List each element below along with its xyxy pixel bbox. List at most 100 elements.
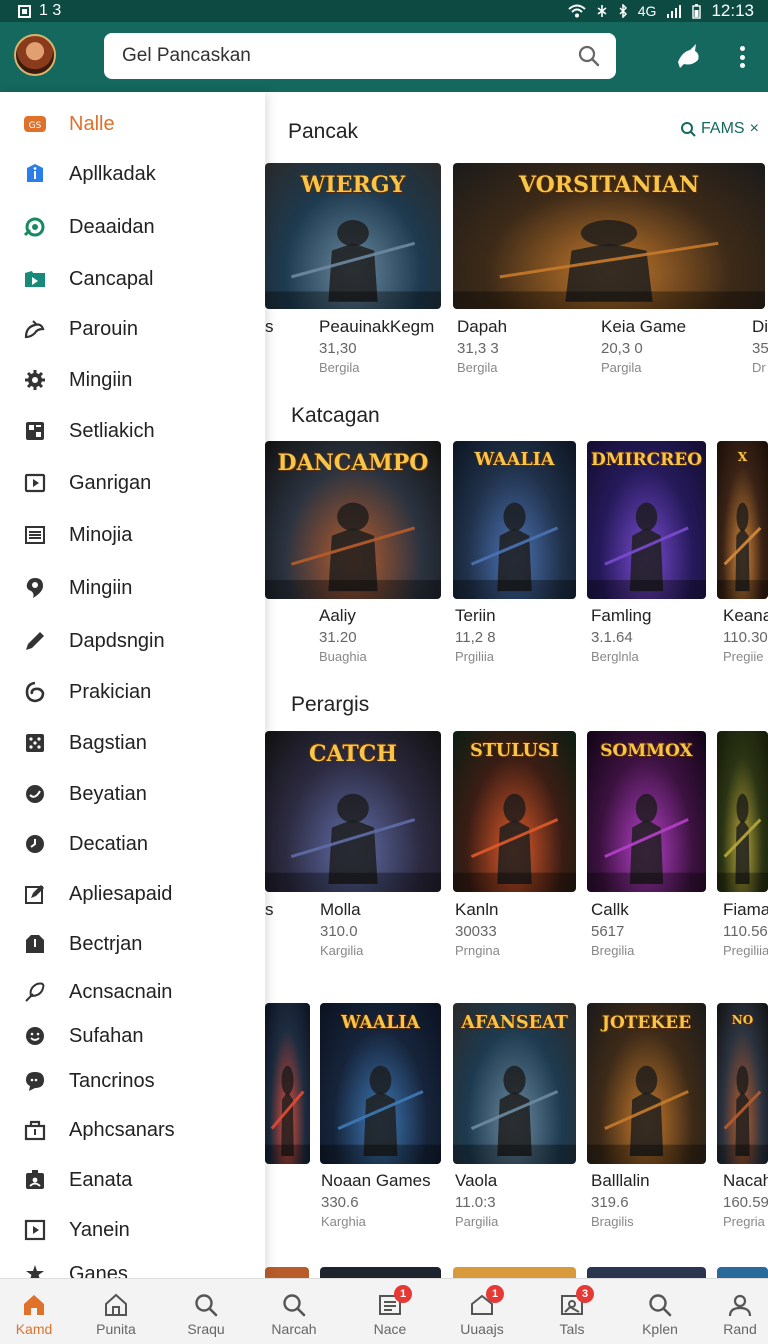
game-card-genre: Pregria bbox=[723, 1214, 765, 1229]
game-card-image[interactable]: JOTEKEE bbox=[587, 1003, 706, 1164]
drawer-item[interactable]: Tancrinos bbox=[0, 1059, 265, 1103]
status-left-text: 1 3 bbox=[39, 2, 62, 19]
game-card-image[interactable]: WAALIA bbox=[453, 441, 576, 599]
drawer-item-label: Ganes bbox=[69, 1262, 128, 1279]
drawer-item[interactable]: Bagstian bbox=[0, 721, 265, 765]
drawer-item[interactable]: Parouin bbox=[0, 307, 265, 351]
game-card-title: Callk bbox=[591, 900, 629, 919]
drawer-item[interactable]: Apliesapaid bbox=[0, 872, 265, 916]
search-icon[interactable] bbox=[576, 43, 602, 69]
game-card-image[interactable]: AFANSEAT bbox=[453, 1003, 576, 1164]
drawer-item[interactable]: GS Nalle bbox=[0, 102, 265, 146]
drawer-item-label: Bagstian bbox=[69, 731, 147, 754]
game-card-image[interactable]: CATCH bbox=[265, 731, 441, 892]
drawer-item[interactable]: Prakician bbox=[0, 670, 265, 714]
game-card-image[interactable] bbox=[320, 1267, 441, 1278]
game-card-title: Famling bbox=[591, 606, 652, 625]
game-card-title: Kanln bbox=[455, 900, 499, 919]
game-card-genre: Prngina bbox=[455, 943, 500, 958]
drawer-item-label: Bectrjan bbox=[69, 932, 143, 955]
game-card-image[interactable]: VORSITANIAN bbox=[453, 163, 765, 309]
game-card-image[interactable] bbox=[265, 1267, 309, 1278]
drawer-item[interactable]: Eanata bbox=[0, 1158, 265, 1202]
game-card-image[interactable] bbox=[265, 1003, 310, 1164]
notification-badge: 1 bbox=[486, 1285, 504, 1303]
navigation-drawer: GS Nalle Apllkadak Deaaidan Cancapal Parouin M… bbox=[0, 92, 265, 1278]
game-card-title: Balllalin bbox=[591, 1171, 650, 1190]
drawer-item[interactable]: Ganes bbox=[0, 1252, 265, 1278]
game-card-genre: Karghia bbox=[321, 1214, 366, 1229]
see-all-link[interactable]: FAMS × bbox=[680, 120, 759, 138]
nav-item[interactable]: Kamd bbox=[0, 1279, 76, 1344]
drawer-item-label: Setliakich bbox=[69, 419, 155, 442]
drawer-item[interactable]: Beyatian bbox=[0, 772, 265, 816]
game-card-image[interactable]: DANCAMPO bbox=[265, 441, 441, 599]
bird-icon[interactable] bbox=[676, 42, 702, 70]
drawer-item[interactable]: Apllkadak bbox=[0, 152, 265, 196]
game-card-image[interactable] bbox=[717, 731, 768, 892]
drawer-item[interactable]: Yanein bbox=[0, 1208, 265, 1252]
nav-item[interactable]: Punita bbox=[74, 1279, 158, 1344]
edit-icon bbox=[22, 881, 48, 907]
nav-item[interactable]: Narcah bbox=[252, 1279, 336, 1344]
drawer-item[interactable]: Acnsacnain bbox=[0, 970, 265, 1014]
drawer-item[interactable]: Bectrjan bbox=[0, 922, 265, 966]
main-content: Pancak FAMS × Katcagan Perargis WIERGY s P… bbox=[265, 92, 768, 1278]
search-input[interactable] bbox=[122, 45, 576, 67]
game-card-title: Vaola bbox=[455, 1171, 498, 1190]
drawer-item-label: Prakician bbox=[69, 680, 152, 703]
drawer-item[interactable]: Mingiin bbox=[0, 566, 265, 610]
game-card-image[interactable] bbox=[717, 1267, 768, 1278]
nav-item[interactable]: 3 Tals bbox=[530, 1279, 614, 1344]
drawer-item[interactable]: Minojia bbox=[0, 513, 265, 557]
info-icon bbox=[22, 161, 48, 187]
game-card-image[interactable]: STULUSI bbox=[453, 731, 576, 892]
game-card-genre: Bragilis bbox=[591, 1214, 634, 1229]
game-card-count: 310.0 bbox=[320, 923, 358, 940]
avatar[interactable] bbox=[14, 34, 56, 76]
drawer-item[interactable]: Decatian bbox=[0, 822, 265, 866]
drawer-item-label: Cancapal bbox=[69, 267, 154, 290]
game-card-image[interactable]: DMIRCREO bbox=[587, 441, 706, 599]
game-card-title: Di bbox=[752, 317, 768, 336]
game-card-logo: SOMMOX bbox=[600, 741, 693, 761]
network-type-label: 4G bbox=[637, 3, 657, 19]
search-icon bbox=[192, 1291, 220, 1319]
nav-item[interactable]: 1 Nace bbox=[348, 1279, 432, 1344]
drawer-item[interactable]: Dapdsngin bbox=[0, 619, 265, 663]
game-card-image[interactable]: NO bbox=[717, 1003, 768, 1164]
nav-item[interactable]: Rand bbox=[698, 1279, 768, 1344]
nav-item[interactable]: Kplen bbox=[618, 1279, 702, 1344]
search-bar[interactable] bbox=[104, 33, 616, 79]
game-card-image[interactable]: X bbox=[717, 441, 768, 599]
nav-item[interactable]: Sraqu bbox=[164, 1279, 248, 1344]
section-title: Pancak bbox=[288, 120, 359, 143]
play-icon bbox=[22, 470, 48, 496]
game-card-image[interactable]: WAALIA bbox=[320, 1003, 441, 1164]
drawer-item[interactable]: Deaaidan bbox=[0, 205, 265, 249]
game-card-image[interactable]: WIERGY bbox=[265, 163, 441, 309]
game-card-logo: STULUSI bbox=[470, 741, 559, 761]
star-icon bbox=[22, 1261, 48, 1278]
game-card-genre: Kargilia bbox=[320, 943, 364, 958]
drawer-item[interactable]: Setliakich bbox=[0, 409, 265, 453]
drawer-item-label: Tancrinos bbox=[69, 1069, 155, 1092]
game-card-title: Fiama bbox=[723, 900, 768, 919]
swirl-icon bbox=[22, 679, 48, 705]
game-card-image[interactable] bbox=[453, 1267, 576, 1278]
drawer-item[interactable]: Aphcsanars bbox=[0, 1108, 265, 1152]
game-card-title: Aaliy bbox=[319, 606, 356, 625]
game-card-genre: Berglnla bbox=[591, 649, 639, 664]
more-options-icon[interactable] bbox=[732, 42, 752, 72]
drawer-item[interactable]: Cancapal bbox=[0, 257, 265, 301]
game-card-image[interactable] bbox=[587, 1267, 706, 1278]
drawer-item-label: Nalle bbox=[69, 112, 115, 135]
drawer-item[interactable]: Mingiin bbox=[0, 358, 265, 402]
drawer-item[interactable]: Sufahan bbox=[0, 1014, 265, 1058]
drawer-item[interactable]: Ganrigan bbox=[0, 461, 265, 505]
game-card-image[interactable]: SOMMOX bbox=[587, 731, 706, 892]
game-card-count: 160.59 bbox=[723, 1194, 768, 1211]
nav-item-label: Tals bbox=[559, 1321, 585, 1337]
game-card-count: 11.0:3 bbox=[455, 1194, 496, 1211]
nav-item[interactable]: 1 Uuaajs bbox=[440, 1279, 524, 1344]
